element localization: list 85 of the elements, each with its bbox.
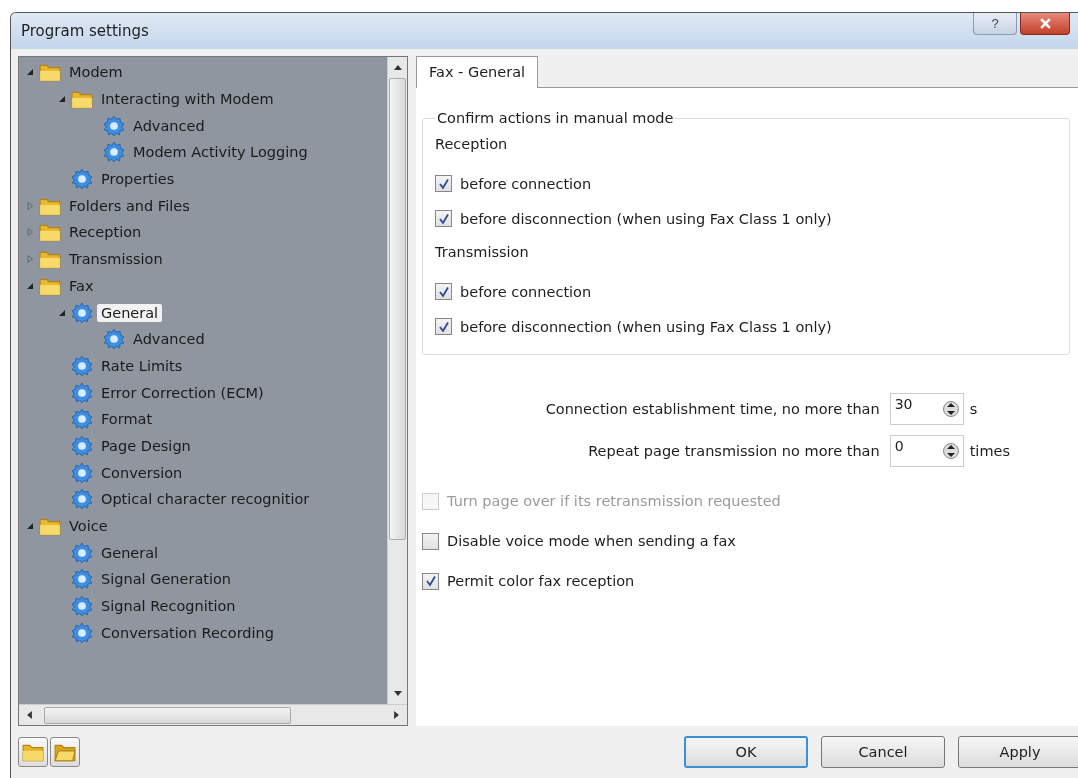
folder-icon (39, 249, 61, 270)
checkbox-label: before disconnection (when using Fax Class 1 only) (460, 210, 832, 227)
gear-icon (71, 168, 93, 191)
vertical-scrollbar[interactable] (387, 57, 407, 704)
gear-icon (103, 328, 125, 351)
dialog-button[interactable]: Cancel (821, 736, 945, 768)
tree-item[interactable]: Signal Recognition (97, 597, 240, 616)
tree-item[interactable]: Voice (65, 517, 112, 536)
checkbox-label: Turn page over if its retransmission requested (447, 493, 781, 509)
folder-icon (39, 516, 61, 537)
number-spinner[interactable]: 0 (889, 435, 964, 467)
gear-icon (71, 568, 93, 591)
checkbox[interactable] (435, 283, 452, 300)
unit-label: s (969, 401, 979, 417)
tree-item[interactable]: Advanced (129, 116, 209, 135)
checkbox-label: before disconnection (when using Fax Class 1 only) (460, 318, 832, 335)
checkbox[interactable] (435, 210, 452, 227)
scroll-up-arrow-icon[interactable] (393, 65, 402, 70)
gear-icon (71, 621, 93, 644)
folder-button[interactable] (18, 737, 48, 767)
scroll-left-arrow-icon[interactable] (27, 711, 32, 719)
open-folder-button[interactable] (50, 737, 80, 767)
checkbox[interactable] (422, 572, 439, 590)
help-button[interactable]: ? (973, 13, 1017, 35)
tree-item[interactable]: Page Design (97, 436, 195, 455)
dialog-button[interactable]: OK (684, 736, 808, 768)
collapse-arrow-icon[interactable] (57, 94, 67, 105)
folder-icon (39, 222, 61, 243)
tree-item[interactable]: Rate Limits (97, 356, 187, 375)
gear-icon (71, 381, 93, 404)
close-icon (1038, 17, 1052, 30)
tree-item[interactable]: Folders and Files (65, 196, 194, 215)
horizontal-scrollbar[interactable] (19, 704, 407, 725)
tree-item[interactable]: General (97, 543, 163, 562)
scroll-right-arrow-icon[interactable] (394, 711, 399, 719)
gear-icon (71, 488, 93, 511)
tree-item[interactable]: Error Correction (ECM) (97, 383, 268, 402)
gear-icon (71, 541, 93, 564)
collapse-arrow-icon[interactable] (25, 521, 35, 532)
tree-item[interactable]: Modem Activity Logging (129, 143, 312, 162)
gear-icon (103, 114, 125, 137)
tree-item[interactable]: Signal Generation (97, 570, 236, 589)
gear-icon (71, 408, 93, 431)
tree-item[interactable]: General (97, 303, 163, 322)
checkbox[interactable] (422, 532, 439, 550)
gear-icon (71, 434, 93, 457)
tree-item[interactable]: Modem (65, 63, 127, 82)
checkbox-label: Permit color fax reception (447, 573, 635, 589)
tree-item[interactable]: Properties (97, 170, 179, 189)
gear-icon (71, 301, 93, 324)
tree-item[interactable]: Conversion (97, 463, 187, 482)
field-label: Connection establishment time, no more than (544, 401, 880, 417)
gear-icon (71, 354, 93, 377)
close-button[interactable] (1020, 13, 1070, 35)
window-title: Program settings (21, 22, 149, 40)
checkbox[interactable] (435, 175, 452, 192)
scroll-down-arrow-icon[interactable] (393, 691, 402, 696)
field-label: Repeat page transmission no more than (587, 443, 880, 459)
tree-item[interactable]: Format (97, 410, 157, 429)
gear-icon (71, 595, 93, 618)
checkbox-label: Disable voice mode when sending a fax (447, 533, 736, 549)
checkbox-label: before connection (460, 283, 592, 300)
tree-item[interactable]: Interacting with Modem (97, 90, 278, 109)
tab[interactable]: Fax - General (416, 56, 539, 88)
collapse-arrow-icon[interactable] (25, 67, 35, 78)
folder-icon (39, 62, 61, 83)
section-heading: Transmission (435, 244, 530, 260)
dialog-button[interactable]: Apply (958, 736, 1078, 768)
number-spinner[interactable]: 30 (889, 393, 964, 425)
unit-label: times (969, 443, 1010, 459)
spin-arrows-icon[interactable] (942, 400, 959, 418)
group-title: Confirm actions in manual mode (436, 110, 675, 126)
gear-icon (71, 461, 93, 484)
tree-item[interactable]: Fax (65, 276, 98, 295)
checkbox[interactable] (435, 318, 452, 335)
checkbox-label: before connection (460, 175, 592, 192)
spin-arrows-icon[interactable] (942, 442, 959, 460)
tree-item[interactable]: Conversation Recording (97, 623, 278, 642)
tree-item[interactable]: Transmission (65, 250, 167, 269)
gear-icon (103, 141, 125, 164)
tree-item[interactable]: Advanced (129, 330, 209, 349)
tree-item[interactable]: Reception (65, 223, 146, 242)
folder-icon (71, 89, 93, 110)
tree-item[interactable]: Optical character recognitior (97, 490, 314, 509)
section-heading: Reception (435, 136, 509, 152)
